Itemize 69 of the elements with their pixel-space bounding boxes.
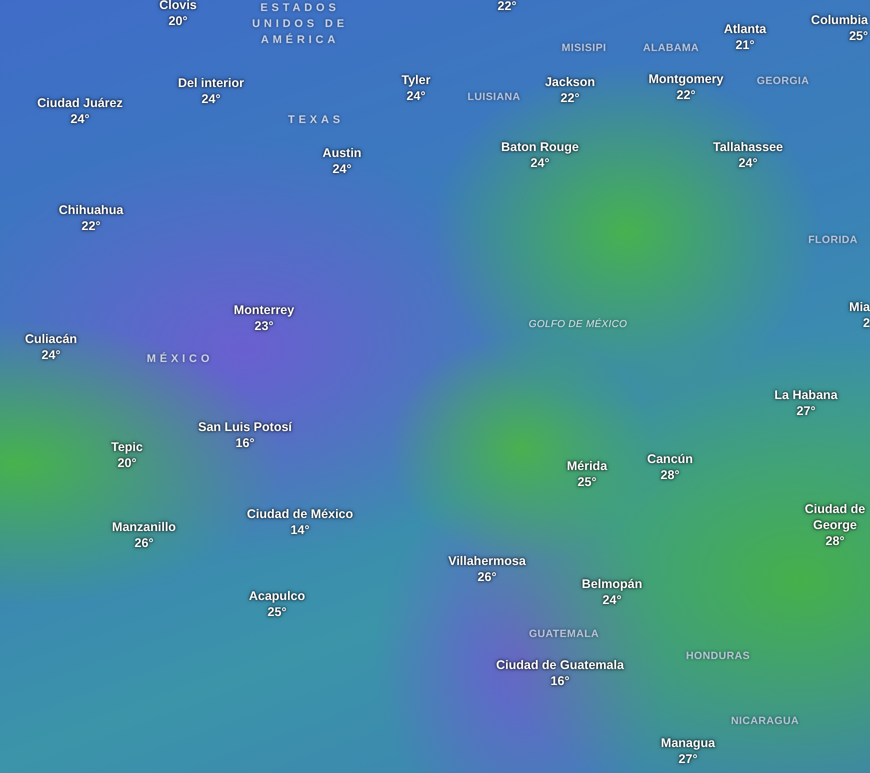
country-label: ESTADOS UNIDOS DE AMÉRICA xyxy=(251,1,349,48)
city-name: Culiacán xyxy=(24,331,78,347)
temperature: 28° xyxy=(660,467,680,483)
city-name: Tallahassee xyxy=(713,139,783,155)
temperature: 14° xyxy=(290,522,310,538)
temperature: 20° xyxy=(168,13,188,29)
temperature: 16° xyxy=(550,673,570,689)
city-name: Villahermosa xyxy=(448,553,526,569)
city-name: Managua xyxy=(660,735,716,751)
city-name: Montgomery xyxy=(648,71,724,87)
city-name: Atlanta xyxy=(724,21,766,37)
temperature: 24° xyxy=(332,161,352,177)
temperature: 21° xyxy=(736,37,754,53)
temperature: 25° xyxy=(268,604,286,620)
temperature: 24° xyxy=(602,592,622,608)
temperature: 22° xyxy=(82,218,100,234)
city-name: Austin xyxy=(322,145,362,161)
temperature: 25° xyxy=(849,28,868,44)
city-name: Acapulco xyxy=(248,588,306,604)
sea-label: GOLFO DE MÉXICO xyxy=(528,317,628,332)
state-label: HONDURAS xyxy=(686,649,750,664)
temperature: 24° xyxy=(406,88,426,104)
city-name: Chihuahua xyxy=(58,202,124,218)
state-label: NICARAGUA xyxy=(731,714,799,729)
city-name: Belmopán xyxy=(582,576,642,592)
city-name: Ciudad Juárez xyxy=(37,95,123,111)
temperature: 16° xyxy=(236,435,254,451)
state-label: GEORGIA xyxy=(756,74,810,89)
temperature: 26° xyxy=(134,535,154,551)
country-label: MÉXICO xyxy=(146,351,214,367)
city-name: Monterrey xyxy=(234,302,294,318)
city-name: Mia xyxy=(849,299,870,315)
temperature: 24° xyxy=(530,155,550,171)
temperature: 27° xyxy=(796,403,816,419)
country-label: TEXAS xyxy=(287,113,345,128)
state-label: FLORIDA xyxy=(808,233,858,248)
temperature: 28° xyxy=(826,533,844,549)
city-name: Ciudad de Guatemala xyxy=(496,657,624,673)
city-name: Ciudad de George xyxy=(804,501,866,533)
city-name: Jackson xyxy=(544,74,596,90)
city-name: Columbia xyxy=(811,12,868,28)
city-name: Tyler xyxy=(402,72,430,88)
temperature: 2 xyxy=(863,315,870,331)
temperature: 20° xyxy=(118,455,136,471)
city-name: Ciudad de México xyxy=(246,506,354,522)
temperature: 22° xyxy=(676,87,696,103)
state-label: LUISIANA xyxy=(468,90,520,105)
temperature: 24° xyxy=(738,155,758,171)
temperature: 24° xyxy=(70,111,90,127)
city-name: Cancún xyxy=(647,451,693,467)
city-name: La Habana xyxy=(774,387,838,403)
city-name: Del interior xyxy=(177,75,245,91)
temperature: 24° xyxy=(202,91,220,107)
temperature: 25° xyxy=(578,474,596,490)
temperature: 22° xyxy=(560,90,580,106)
temperature: 27° xyxy=(678,751,698,767)
city-name: Tepic xyxy=(111,439,143,455)
state-label: MISISIPI xyxy=(562,41,606,56)
temperature: 24° xyxy=(42,347,60,363)
temperature: 22° xyxy=(498,0,516,14)
city-name: Manzanillo xyxy=(112,519,176,535)
state-label: GUATEMALA xyxy=(528,627,600,642)
city-name: Mérida xyxy=(566,458,608,474)
temperature: 26° xyxy=(478,569,496,585)
city-name: San Luis Potosí xyxy=(198,419,292,435)
city-name: Baton Rouge xyxy=(501,139,579,155)
city-name: Clovis xyxy=(159,0,197,13)
temperature: 23° xyxy=(254,318,274,334)
state-label: ALABAMA xyxy=(643,41,699,56)
